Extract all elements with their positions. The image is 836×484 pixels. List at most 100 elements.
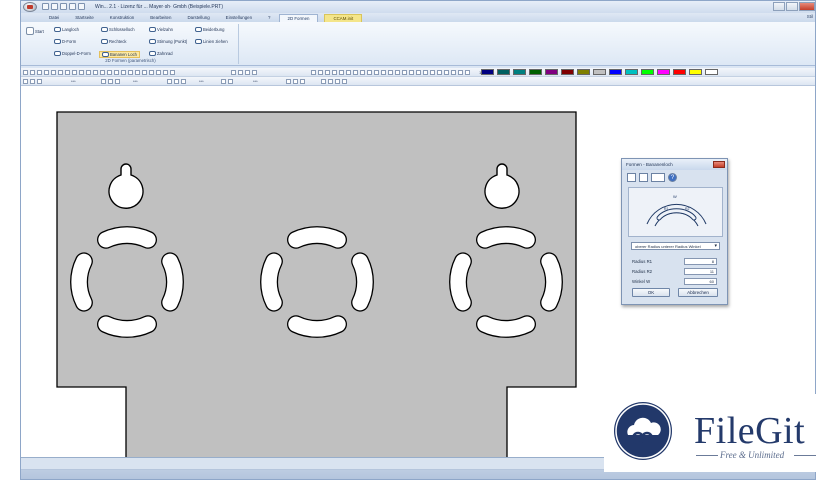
open-file-icon[interactable] [51,3,58,10]
toolbar-tool-icon[interactable] [409,70,414,75]
color-swatch[interactable] [689,69,702,75]
toolbar-tool-icon[interactable] [72,70,77,75]
color-swatch[interactable] [657,69,670,75]
toolbar-tool-icon[interactable] [360,70,365,75]
toolbar-tool-icon[interactable] [23,79,28,84]
toolbar-tool-icon[interactable] [238,70,243,75]
bananen-loch-button[interactable]: Bananen Loch [99,51,141,58]
radius-r2-input[interactable]: 11 [684,268,717,275]
toolbar-tool-icon[interactable] [346,70,351,75]
tab-einstellungen[interactable]: Einstellungen [218,14,260,22]
toolbar-tool-icon[interactable] [221,79,226,84]
toolbar-tool-icon[interactable] [444,70,449,75]
toolbar-tool-icon[interactable] [458,70,463,75]
tab-ccam-init[interactable]: CCAM.init [324,14,363,22]
redo-icon[interactable] [78,3,85,10]
tab-konstruktion[interactable]: Konstruktion [102,14,142,22]
tab-bearbeiten[interactable]: Bearbeiten [142,14,179,22]
toolbar-tool-icon[interactable] [423,70,428,75]
toolbar-tool-icon[interactable] [388,70,393,75]
tab-help[interactable]: ? [260,14,278,22]
style-menu[interactable]: Stil [807,14,813,19]
toolbar-tool-icon[interactable] [30,79,35,84]
schluesselloch-button[interactable]: Schlüsselloch [101,27,135,32]
toolbar-tool-icon[interactable] [37,79,42,84]
toolbar-tool-icon[interactable] [156,70,161,75]
toolbar-tool-icon[interactable] [128,70,133,75]
paste-icon[interactable] [639,173,648,182]
zahnrad-button[interactable]: Zahnrad [149,51,173,56]
undo-icon[interactable] [69,3,76,10]
toolbar-tool-icon[interactable] [328,79,333,84]
toolbar-tool-icon[interactable] [321,79,326,84]
color-swatch[interactable] [593,69,606,75]
toolbar-tool-icon[interactable] [353,70,358,75]
application-menu-button[interactable] [23,2,37,12]
dialog-close-button[interactable] [713,161,725,168]
vielzahn-button[interactable]: Vielzahn [149,27,173,32]
toolbar-tool-icon[interactable] [121,70,126,75]
toolbar-tool-icon[interactable] [437,70,442,75]
color-swatch[interactable] [545,69,558,75]
toolbar-tool-icon[interactable] [245,70,250,75]
tab-darstellung[interactable]: Darstellung [179,14,217,22]
maximize-button[interactable] [786,2,798,11]
toolbar-tool-icon[interactable] [325,70,330,75]
color-swatch[interactable] [513,69,526,75]
toolbar-tool-icon[interactable] [135,70,140,75]
toolbar-tool-icon[interactable] [37,70,42,75]
toolbar-tool-icon[interactable] [174,79,179,84]
close-button[interactable] [799,2,815,11]
winkel-w-input[interactable]: 60 [684,278,717,285]
toolbar-tool-icon[interactable] [342,79,347,84]
toolbar-tool-icon[interactable] [163,70,168,75]
toolbar-tool-icon[interactable] [293,79,298,84]
toolbar-tool-icon[interactable] [107,70,112,75]
toolbar-tool-icon[interactable] [30,70,35,75]
toolbar-tool-icon[interactable] [465,70,470,75]
shape-select-icon[interactable] [651,173,665,182]
toolbar-tool-icon[interactable] [58,70,63,75]
toolbar-tool-icon[interactable] [100,70,105,75]
toolbar-tool-icon[interactable] [416,70,421,75]
copy-icon[interactable] [627,173,636,182]
save-icon[interactable] [60,3,67,10]
toolbar-tool-icon[interactable] [44,70,49,75]
toolbar-tool-icon[interactable] [181,79,186,84]
toolbar-tool-icon[interactable] [79,70,84,75]
radius-r1-input[interactable]: 8 [684,258,717,265]
color-swatch[interactable] [529,69,542,75]
color-swatch[interactable] [625,69,638,75]
ok-button[interactable]: OK [632,288,670,297]
toolbar-tool-icon[interactable] [101,79,106,84]
toolbar-tool-icon[interactable] [311,70,316,75]
toolbar-tool-icon[interactable] [300,79,305,84]
toolbar-tool-icon[interactable] [332,70,337,75]
toolbar-tool-icon[interactable] [115,79,120,84]
toolbar-tool-icon[interactable] [339,70,344,75]
parameter-mode-dropdown[interactable]: oberer Radius unterer Radius Winkel [631,242,720,250]
d-form-button[interactable]: D-Form [54,39,76,44]
cancel-button[interactable]: Abbrechen [678,288,718,297]
color-swatch[interactable] [577,69,590,75]
linien-ziehen-button[interactable]: Linien ziehen [195,39,228,44]
toolbar-tool-icon[interactable] [23,70,28,75]
beiderbung-button[interactable]: Beiderbung [195,27,224,32]
toolbar-tool-icon[interactable] [86,70,91,75]
toolbar-tool-icon[interactable] [149,70,154,75]
color-swatch[interactable] [673,69,686,75]
tab-startseite[interactable]: Startseite [67,14,102,22]
tab-datei[interactable]: Datei [41,14,67,22]
toolbar-tool-icon[interactable] [451,70,456,75]
minimize-button[interactable] [773,2,785,11]
new-file-icon[interactable] [42,3,49,10]
langloch-button[interactable]: Langloch [54,27,79,32]
toolbar-tool-icon[interactable] [430,70,435,75]
toolbar-tool-icon[interactable] [170,70,175,75]
toolbar-tool-icon[interactable] [51,70,56,75]
start-button[interactable]: Start [26,27,44,35]
color-swatch[interactable] [641,69,654,75]
toolbar-tool-icon[interactable] [402,70,407,75]
color-swatch[interactable] [609,69,622,75]
toolbar-tool-icon[interactable] [108,79,113,84]
